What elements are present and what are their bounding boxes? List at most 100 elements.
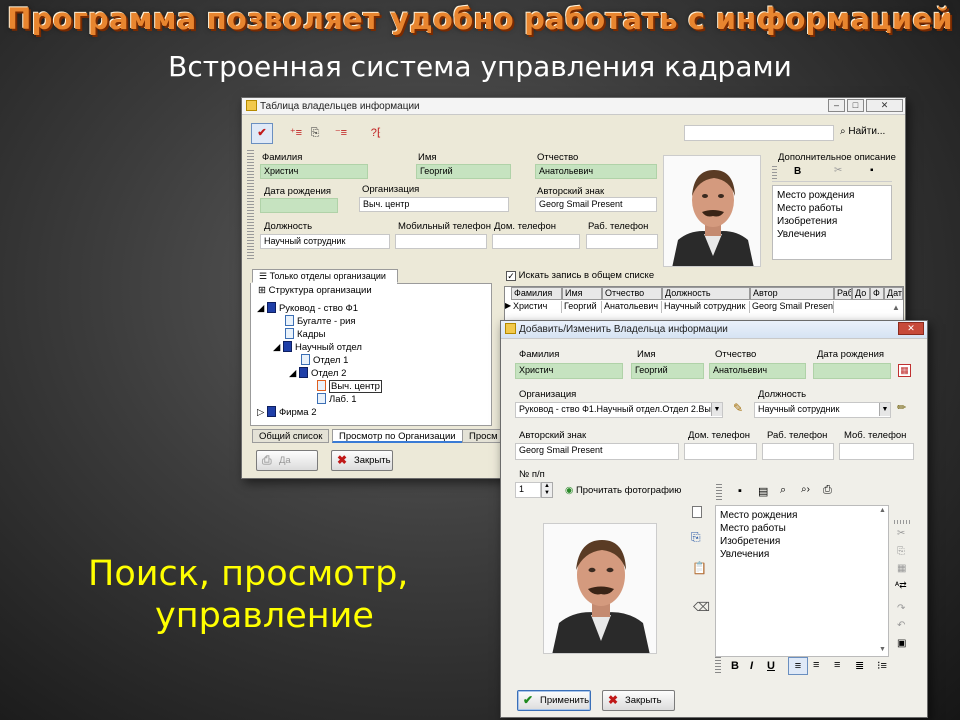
cut-icon[interactable]: ✂ — [897, 528, 905, 539]
edit-close-button[interactable]: ✖ Закрыть — [602, 690, 675, 711]
align-center-icon[interactable]: ≡ — [813, 659, 819, 671]
copy-icon[interactable]: ⎘ — [897, 546, 905, 557]
org-field[interactable]: Выч. центр — [359, 197, 509, 212]
print-icon[interactable]: ⎙ — [823, 484, 832, 497]
home-phone-field[interactable] — [492, 234, 580, 249]
memo-scroll-down-icon[interactable]: ▼ — [879, 646, 886, 653]
paste-photo-icon[interactable]: 📋 — [692, 561, 707, 575]
memo-scroll-up-icon[interactable]: ▲ — [879, 507, 886, 514]
edit-birthdate-field[interactable] — [813, 363, 891, 379]
find-button[interactable]: ⌕ Найти... — [840, 126, 885, 137]
calendar-icon[interactable]: ▦ — [898, 364, 911, 377]
grid-header[interactable]: Фамилия — [511, 287, 562, 300]
find-icon[interactable]: ⌕ — [780, 484, 786, 497]
tab-general-list[interactable]: Общий список — [252, 429, 330, 443]
table-cell[interactable]: Христич — [511, 301, 562, 313]
author-field[interactable]: Georg Smail Present — [535, 197, 657, 212]
find-next-icon[interactable]: ⌕› — [801, 484, 810, 495]
edit-patronymic-field[interactable]: Анатольевич — [709, 363, 806, 379]
edit-org-select[interactable]: Руковод - ство Ф1.Научный отдел.Отдел 2.… — [515, 402, 723, 418]
edit-mobile-field[interactable] — [839, 443, 914, 460]
patronymic-field[interactable]: Анатольевич — [535, 164, 657, 179]
grid-header[interactable]: Имя — [562, 287, 602, 300]
tree-item-selected[interactable]: Выч. центр — [317, 380, 382, 393]
grid-header[interactable]: До — [852, 287, 870, 300]
search-input[interactable] — [684, 125, 834, 141]
align-left-icon[interactable]: ≡ — [788, 657, 808, 675]
save-icon[interactable]: ▪ — [738, 485, 742, 497]
mobile-field[interactable] — [395, 234, 487, 249]
edit-home-phone-field[interactable] — [684, 443, 757, 460]
check-icon[interactable]: ✔ — [251, 123, 273, 144]
save-icon[interactable]: ▪ — [870, 165, 874, 176]
grid-header[interactable]: Дат — [884, 287, 903, 300]
align-right-icon[interactable]: ≡ — [834, 659, 840, 671]
italic-icon[interactable]: I — [750, 660, 753, 672]
new-photo-icon[interactable] — [692, 506, 702, 518]
search-all-checkbox[interactable]: ✓ Искать запись в общем списке — [506, 270, 654, 281]
lastname-field[interactable]: Христич — [260, 164, 368, 179]
number-spinner[interactable]: ▲ ▼ — [541, 482, 553, 498]
apply-button[interactable]: ✔ Применить — [517, 690, 591, 711]
tab-org-only[interactable]: ☰ Только отделы организации — [252, 269, 398, 283]
work-phone-field[interactable] — [586, 234, 658, 249]
number-field[interactable]: 1 — [515, 482, 541, 498]
table-cell[interactable]: Georg Smail Present — [750, 301, 834, 313]
grip-icon[interactable] — [716, 484, 722, 502]
paste-icon[interactable]: ▦ — [897, 563, 906, 574]
bold-icon[interactable]: B — [731, 660, 739, 672]
grid-header[interactable]: Ф — [870, 287, 884, 300]
copy-record-icon[interactable]: ⎘ — [306, 124, 324, 142]
panel-grip[interactable] — [247, 150, 254, 260]
tree-item[interactable]: Кадры — [285, 328, 325, 340]
edit-author-field[interactable]: Georg Smail Present — [515, 443, 679, 460]
tree-item[interactable]: Бугалте - рия — [285, 315, 356, 327]
tree-item[interactable]: Отдел 1 — [301, 354, 348, 366]
grid-scroll-up-icon[interactable]: ▲ — [892, 303, 900, 312]
close-button[interactable]: ✖ Закрыть — [331, 450, 393, 471]
close-window-button[interactable]: ✕ — [866, 99, 903, 112]
firstname-field[interactable]: Георгий — [416, 164, 511, 179]
underline-icon[interactable]: U — [767, 660, 775, 672]
undo-icon[interactable]: ↶ — [897, 620, 905, 631]
position-field[interactable]: Научный сотрудник — [260, 234, 390, 249]
table-cell[interactable]: Георгий — [562, 301, 602, 313]
chevron-down-icon[interactable]: ▼ — [879, 403, 890, 416]
tree-item[interactable]: Лаб. 1 — [317, 393, 357, 405]
tree-item[interactable]: ◢ Научный отдел — [273, 341, 362, 353]
bold-icon[interactable]: B — [794, 166, 801, 177]
table-cell[interactable]: Научный сотрудник — [662, 301, 750, 313]
birthdate-field[interactable] — [260, 198, 338, 213]
redo-icon[interactable]: ↷ — [897, 603, 905, 614]
help-icon[interactable]: ?⁅ — [367, 124, 385, 142]
tab-structure[interactable]: ⊞ Структура организации — [251, 283, 397, 297]
align-justify-icon[interactable]: ≣ — [855, 659, 864, 672]
delete-record-icon[interactable]: ⁻≡ — [332, 124, 350, 142]
cut-icon[interactable]: ✂ — [834, 165, 842, 176]
edit-position-select[interactable]: Научный сотрудник — [754, 402, 891, 418]
preview-icon[interactable]: ▤ — [758, 485, 768, 498]
table-cell[interactable]: Анатольевич — [602, 301, 662, 313]
grid-header[interactable]: Должность — [662, 287, 750, 300]
bullets-icon[interactable]: ⁝≡ — [877, 659, 887, 672]
tab-view-more[interactable]: Просм — [462, 429, 502, 443]
tab-view-by-org[interactable]: Просмотр по Организации — [332, 429, 463, 443]
grid-header[interactable]: Отчество — [602, 287, 662, 300]
add-record-icon[interactable]: ⁺≡ — [287, 124, 305, 142]
delete-icon[interactable]: ▣ — [897, 638, 906, 649]
tree-item[interactable]: ▷ Фирма 2 — [257, 406, 317, 418]
read-photo-button[interactable]: ◉ Прочитать фотографию — [565, 485, 681, 496]
tree-item[interactable]: ◢ Отдел 2 — [289, 367, 346, 379]
grid-header[interactable]: Раб — [834, 287, 852, 300]
eraser-icon[interactable]: ⌫ — [693, 600, 710, 614]
edit-work-phone-field[interactable] — [762, 443, 834, 460]
maximize-button[interactable]: □ — [847, 99, 864, 112]
edit-window-close-button[interactable]: ✕ — [898, 322, 924, 335]
chevron-down-icon[interactable]: ▼ — [711, 403, 722, 416]
edit-lastname-field[interactable]: Христич — [515, 363, 623, 379]
replace-icon[interactable]: ᴬ⇄ — [895, 580, 907, 591]
yes-button[interactable]: ⎙ Да — [256, 450, 318, 471]
edit-memo[interactable]: Место рождения Место работы Изобретения … — [715, 505, 889, 657]
tree-item[interactable]: ◢ Руковод - ство Ф1 — [257, 302, 358, 314]
position-edit-icon[interactable]: ✏ — [897, 401, 906, 414]
